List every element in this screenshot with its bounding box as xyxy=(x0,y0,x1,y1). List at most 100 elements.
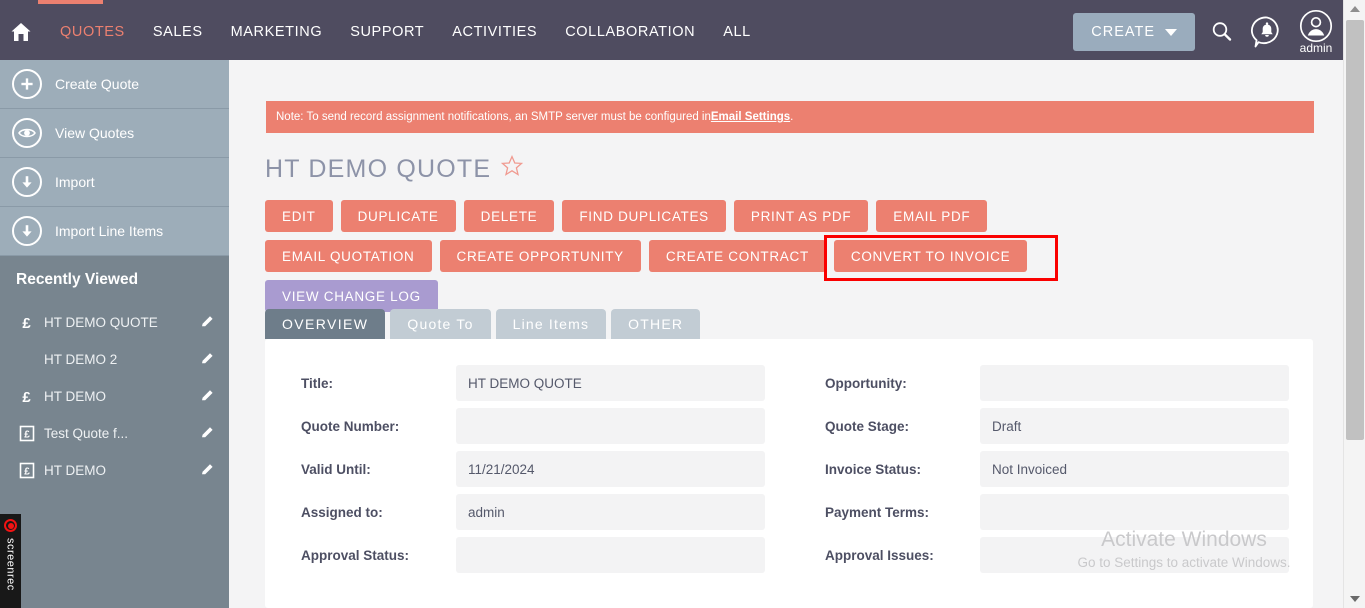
pencil-icon[interactable] xyxy=(200,462,215,480)
list-item[interactable]: HT DEMO 2 xyxy=(0,341,229,378)
nav-item-marketing[interactable]: MARKETING xyxy=(217,24,337,40)
svg-text:£: £ xyxy=(22,389,31,405)
pencil-icon[interactable] xyxy=(200,425,215,443)
notification-bell-icon[interactable] xyxy=(1249,14,1285,50)
tab-line-items[interactable]: Line Items xyxy=(495,309,607,339)
star-outline-icon[interactable] xyxy=(500,154,524,185)
download-circle-icon xyxy=(12,216,42,246)
field-value[interactable] xyxy=(980,365,1289,401)
field-label: Approval Issues: xyxy=(825,547,934,563)
record-action-buttons: EDIT DUPLICATE DELETE FIND DUPLICATES PR… xyxy=(265,200,1325,320)
field-label: Payment Terms: xyxy=(825,504,930,520)
list-item-label: HT DEMO QUOTE xyxy=(44,315,158,330)
list-item-label: HT DEMO 2 xyxy=(44,352,118,367)
tab-other[interactable]: OTHER xyxy=(611,309,701,339)
list-item[interactable]: £ HT DEMO QUOTE xyxy=(0,304,229,341)
invoice-pound-icon: £ xyxy=(18,462,35,479)
list-item[interactable]: £ Test Quote f... xyxy=(0,415,229,452)
pencil-icon[interactable] xyxy=(200,351,215,369)
field-valid-until: Valid Until: 11/21/2024 xyxy=(301,451,765,487)
app-root: QUOTES SALES MARKETING SUPPORT ACTIVITIE… xyxy=(0,0,1365,608)
scroll-down-arrow-icon[interactable] xyxy=(1344,590,1365,608)
field-label: Invoice Status: xyxy=(825,461,922,477)
field-label: Title: xyxy=(301,375,334,391)
field-value[interactable] xyxy=(980,537,1289,573)
nav-item-collaboration[interactable]: COLLABORATION xyxy=(551,24,709,40)
tab-quote-to[interactable]: Quote To xyxy=(390,309,491,339)
scrollbar-thumb[interactable] xyxy=(1346,20,1364,440)
page-title: HT DEMO QUOTE xyxy=(265,154,524,185)
email-quotation-button[interactable]: EMAIL QUOTATION xyxy=(265,240,432,272)
field-quote-number: Quote Number: xyxy=(301,408,765,444)
nav-item-quotes[interactable]: QUOTES xyxy=(46,24,139,40)
field-value[interactable] xyxy=(456,537,765,573)
field-value[interactable] xyxy=(980,494,1289,530)
overview-right-column: Opportunity: Quote Stage: Draft Invoice … xyxy=(789,365,1313,580)
field-value[interactable]: HT DEMO QUOTE xyxy=(456,365,765,401)
create-contract-button[interactable]: CREATE CONTRACT xyxy=(648,240,826,272)
field-invoice-status: Invoice Status: Not Invoiced xyxy=(825,451,1289,487)
view-change-log-button[interactable]: VIEW CHANGE LOG xyxy=(265,280,438,312)
avatar[interactable]: admin xyxy=(1299,9,1333,55)
pound-sign-icon: £ xyxy=(18,389,35,405)
edit-button[interactable]: EDIT xyxy=(265,200,333,232)
avatar-username: admin xyxy=(1299,41,1333,55)
list-item[interactable]: £ HT DEMO xyxy=(0,378,229,415)
home-icon[interactable] xyxy=(8,19,34,45)
create-opportunity-button[interactable]: CREATE OPPORTUNITY xyxy=(439,240,641,272)
field-value[interactable] xyxy=(456,408,765,444)
nav-actions: CREATE admin xyxy=(1073,4,1333,60)
list-item-label: Test Quote f... xyxy=(44,426,129,441)
email-pdf-button[interactable]: EMAIL PDF xyxy=(876,200,988,232)
tab-overview[interactable]: OVERVIEW xyxy=(265,309,386,339)
field-assigned-to: Assigned to: admin xyxy=(301,494,765,530)
find-duplicates-button[interactable]: FIND DUPLICATES xyxy=(562,200,726,232)
pencil-icon[interactable] xyxy=(200,314,215,332)
nav-item-support[interactable]: SUPPORT xyxy=(336,24,438,40)
search-icon[interactable] xyxy=(1209,19,1235,45)
nav-item-activities[interactable]: ACTIVITIES xyxy=(438,24,551,40)
field-label: Opportunity: xyxy=(825,375,907,391)
delete-button[interactable]: DELETE xyxy=(463,200,555,232)
pencil-icon[interactable] xyxy=(200,388,215,406)
nav-item-all[interactable]: ALL xyxy=(709,24,765,40)
list-item-label: HT DEMO xyxy=(44,463,107,478)
field-payment-terms: Payment Terms: xyxy=(825,494,1289,530)
smtp-notice-suffix: . xyxy=(790,111,794,123)
nav-menu: QUOTES SALES MARKETING SUPPORT ACTIVITIE… xyxy=(0,4,765,60)
field-value[interactable]: admin xyxy=(456,494,765,530)
field-approval-status: Approval Status: xyxy=(301,537,765,573)
user-avatar-icon xyxy=(1299,9,1333,43)
sidebar: Create Quote View Quotes Import Import L… xyxy=(0,60,229,608)
sidebar-item-import[interactable]: Import xyxy=(0,158,229,207)
email-settings-link[interactable]: Email Settings xyxy=(711,111,790,123)
scroll-up-arrow-icon[interactable] xyxy=(1344,0,1365,18)
main-content: Note: To send record assignment notifica… xyxy=(229,60,1343,608)
field-value[interactable]: Draft xyxy=(980,408,1289,444)
field-approval-issues: Approval Issues: xyxy=(825,537,1289,573)
sidebar-item-view-quotes[interactable]: View Quotes xyxy=(0,109,229,158)
smtp-notice-text: Note: To send record assignment notifica… xyxy=(276,111,711,123)
field-value[interactable]: 11/21/2024 xyxy=(456,451,765,487)
create-button[interactable]: CREATE xyxy=(1073,13,1195,51)
page-scrollbar[interactable] xyxy=(1343,0,1365,608)
chevron-down-icon xyxy=(1165,28,1177,36)
plus-circle-icon xyxy=(12,69,42,99)
sidebar-item-import-line-items[interactable]: Import Line Items xyxy=(0,207,229,256)
svg-text:£: £ xyxy=(22,315,31,331)
field-label: Approval Status: xyxy=(301,547,410,563)
print-as-pdf-button[interactable]: PRINT AS PDF xyxy=(733,200,869,232)
list-item[interactable]: £ HT DEMO xyxy=(0,452,229,489)
field-value[interactable]: Not Invoiced xyxy=(980,451,1289,487)
nav-item-sales[interactable]: SALES xyxy=(139,24,217,40)
screen-recorder-label: screenrec xyxy=(4,538,17,591)
sidebar-item-label: Import Line Items xyxy=(55,223,164,239)
screen-recorder-widget[interactable]: screenrec xyxy=(0,514,21,608)
sidebar-item-create-quote[interactable]: Create Quote xyxy=(0,60,229,109)
duplicate-button[interactable]: DUPLICATE xyxy=(340,200,456,232)
field-label: Valid Until: xyxy=(301,461,371,477)
record-dot-icon[interactable] xyxy=(4,519,17,532)
action-button-row-1: EDIT DUPLICATE DELETE FIND DUPLICATES PR… xyxy=(265,200,1325,232)
convert-to-invoice-button[interactable]: CONVERT TO INVOICE xyxy=(833,240,1028,272)
page-title-text: HT DEMO QUOTE xyxy=(265,155,492,183)
